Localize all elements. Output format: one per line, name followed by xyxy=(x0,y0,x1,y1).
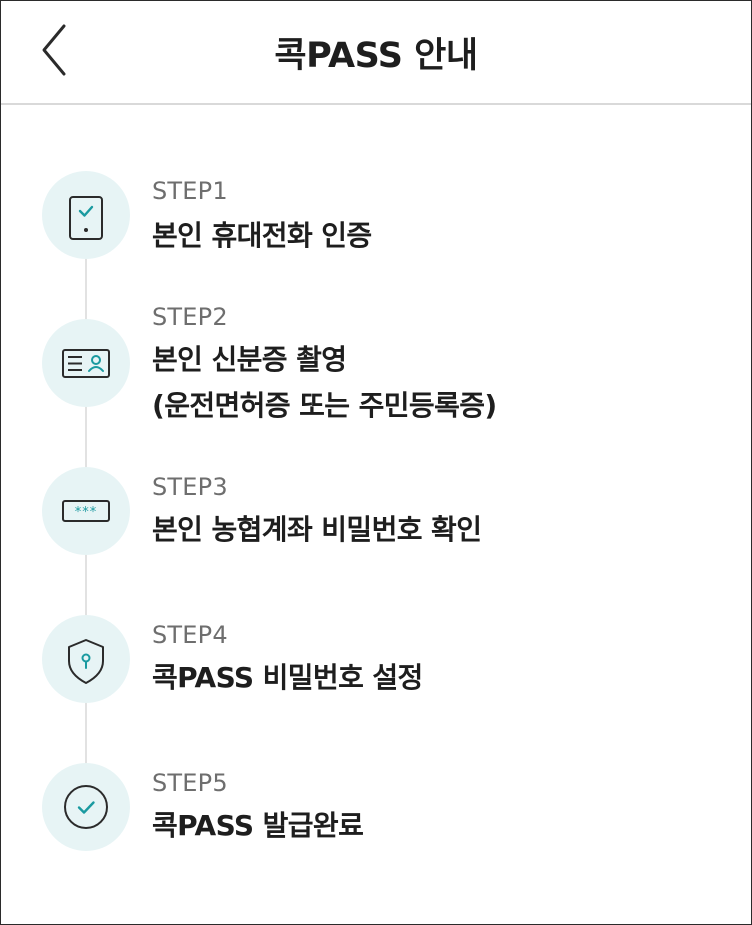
step-4-text: 콕PASS 비밀번호 설정 xyxy=(152,661,423,694)
app-frame: 콕PASS 안내 STEP1 본인 휴대전화 인증 STEP2 본인 신분증 촬… xyxy=(0,0,752,925)
step-3-label: STEP3 xyxy=(152,473,228,501)
check-circle-icon xyxy=(64,785,108,829)
page-title: 콕PASS 안내 xyxy=(274,36,478,76)
step-2-text-line1: 본인 신분증 촬영 xyxy=(152,343,347,376)
step-5-label: STEP5 xyxy=(152,769,228,797)
step-2-text-line2: (운전면허증 또는 주민등록증) xyxy=(152,389,497,422)
password-field-icon: *** xyxy=(62,500,110,522)
mobile-check-icon xyxy=(69,196,103,240)
step-5-badge xyxy=(42,763,130,851)
step-1-text: 본인 휴대전화 인증 xyxy=(152,219,372,252)
step-1-badge xyxy=(42,171,130,259)
step-4-badge xyxy=(42,615,130,703)
svg-text:***: *** xyxy=(75,505,98,520)
step-2-label: STEP2 xyxy=(152,303,228,331)
step-2-badge xyxy=(42,319,130,407)
id-card-icon xyxy=(62,349,110,378)
step-1-label: STEP1 xyxy=(152,177,228,205)
step-4-label: STEP4 xyxy=(152,621,228,649)
step-3-text: 본인 농협계좌 비밀번호 확인 xyxy=(152,513,482,546)
header-bar: 콕PASS 안내 xyxy=(1,1,751,105)
step-3-badge: *** xyxy=(42,467,130,555)
shield-key-icon xyxy=(68,639,104,684)
step-5-text: 콕PASS 발급완료 xyxy=(152,809,364,842)
